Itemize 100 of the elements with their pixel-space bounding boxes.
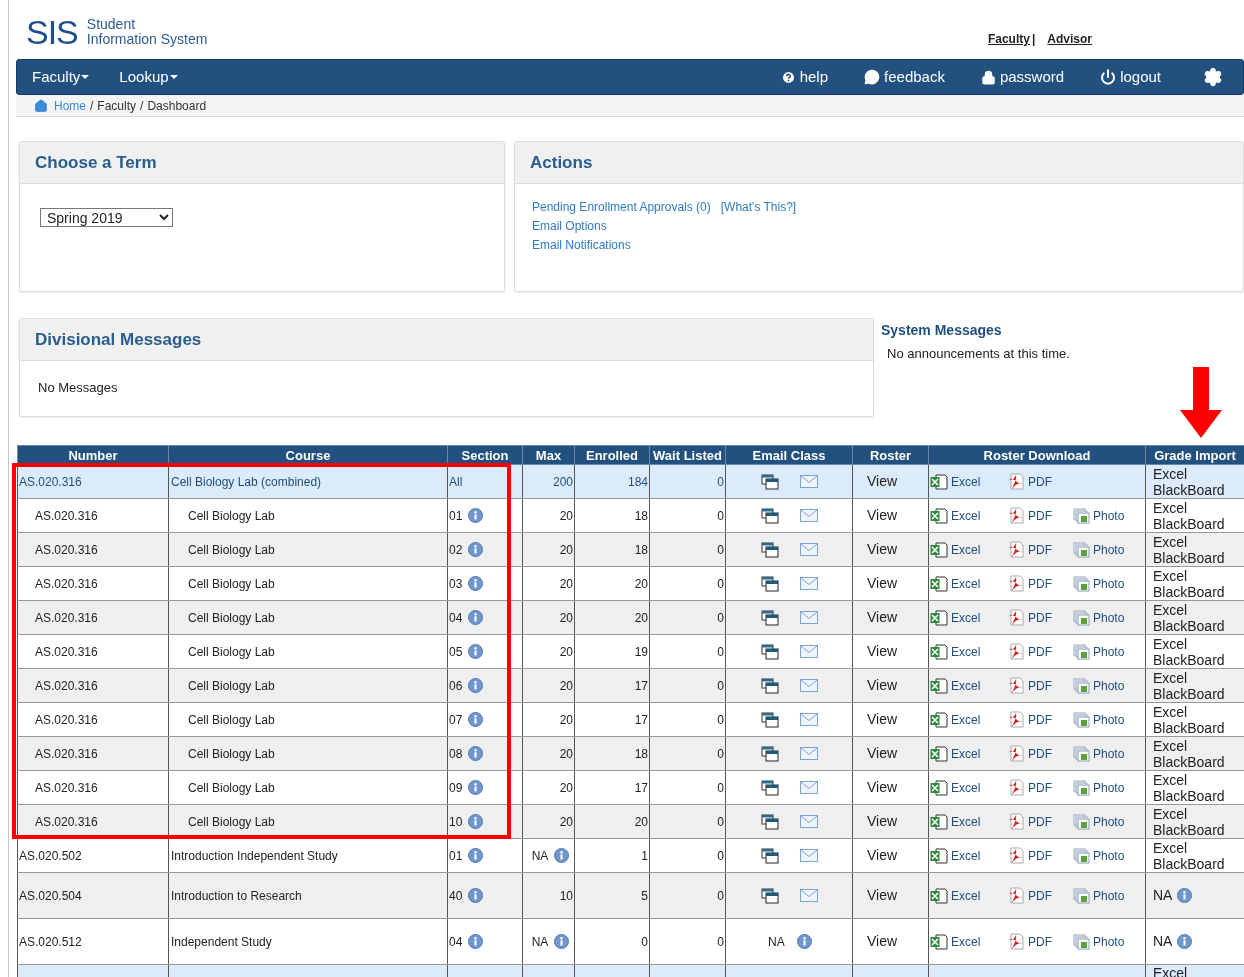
grade-import-link[interactable]: BlackBoard — [1153, 481, 1244, 498]
envelope-icon[interactable] — [800, 713, 818, 726]
download-link[interactable]: Excel — [930, 574, 1008, 593]
download-link[interactable]: Photo — [1073, 710, 1145, 729]
download-link[interactable]: PDF — [1008, 608, 1073, 627]
download-link[interactable]: PDF — [1008, 676, 1073, 695]
info-icon[interactable] — [468, 508, 484, 523]
term-select[interactable]: Spring 2019 — [40, 208, 173, 227]
nav-link[interactable]: feedback — [864, 65, 945, 89]
windows-icon[interactable] — [761, 677, 779, 694]
windows-icon[interactable] — [761, 643, 779, 660]
download-link[interactable]: Photo — [1073, 506, 1145, 525]
view-link[interactable]: View — [867, 711, 898, 727]
grade-import-link[interactable]: Excel — [1153, 703, 1244, 720]
download-link[interactable]: PDF — [1008, 574, 1073, 593]
download-link[interactable]: Excel — [930, 710, 1008, 729]
download-link[interactable]: Photo — [1073, 608, 1145, 627]
download-link[interactable]: PDF — [1008, 812, 1073, 831]
info-icon[interactable] — [468, 934, 484, 949]
download-link[interactable]: PDF — [1008, 506, 1073, 525]
grade-import-link[interactable]: Excel — [1153, 465, 1244, 482]
download-link[interactable]: Photo — [1073, 540, 1145, 559]
view-link[interactable]: View — [867, 887, 898, 903]
download-link[interactable]: Excel — [930, 642, 1008, 661]
download-link[interactable]: PDF — [1008, 710, 1073, 729]
nav-link[interactable]: logout — [1100, 65, 1161, 89]
grade-import-link[interactable]: Excel — [1153, 635, 1244, 652]
download-link[interactable]: PDF — [1008, 642, 1073, 661]
envelope-icon[interactable] — [800, 747, 818, 760]
view-link[interactable]: View — [867, 507, 898, 523]
download-link[interactable]: Excel — [930, 676, 1008, 695]
envelope-icon[interactable] — [800, 679, 818, 692]
download-link[interactable]: Excel — [930, 506, 1008, 525]
envelope-icon[interactable] — [800, 543, 818, 556]
grade-import-link[interactable]: Excel — [1153, 839, 1244, 856]
grade-import-link[interactable]: Excel — [1153, 499, 1244, 516]
download-link[interactable]: Photo — [1073, 932, 1145, 951]
download-link[interactable]: Excel — [930, 540, 1008, 559]
envelope-icon[interactable] — [800, 815, 818, 828]
grade-import-link[interactable]: Excel — [1153, 601, 1244, 618]
info-icon[interactable] — [796, 934, 812, 949]
action-link[interactable]: Pending Enrollment Approvals (0) — [532, 199, 711, 216]
envelope-icon[interactable] — [800, 645, 818, 658]
download-link[interactable]: Excel — [930, 812, 1008, 831]
envelope-icon[interactable] — [800, 781, 818, 794]
grade-import-link[interactable]: BlackBoard — [1153, 651, 1244, 668]
info-icon[interactable] — [468, 848, 484, 863]
view-link[interactable]: View — [867, 575, 898, 591]
view-link[interactable]: View — [867, 847, 898, 863]
download-link[interactable]: PDF — [1008, 778, 1073, 797]
envelope-icon[interactable] — [800, 849, 818, 862]
info-icon[interactable] — [468, 542, 484, 557]
download-link[interactable]: Excel — [930, 472, 1008, 491]
download-link[interactable]: Excel — [930, 846, 1008, 865]
grade-import-link[interactable]: BlackBoard — [1153, 549, 1244, 566]
windows-icon[interactable] — [761, 887, 779, 904]
download-link[interactable]: Excel — [930, 608, 1008, 627]
grade-import-link[interactable]: BlackBoard — [1153, 787, 1244, 804]
grade-import-link[interactable]: Excel — [1153, 805, 1244, 822]
download-link[interactable]: Photo — [1073, 778, 1145, 797]
view-link[interactable]: View — [867, 779, 898, 795]
info-icon[interactable] — [468, 712, 484, 727]
envelope-icon[interactable] — [800, 475, 818, 488]
windows-icon[interactable] — [761, 541, 779, 558]
action-link[interactable]: Email Notifications — [532, 237, 631, 254]
windows-icon[interactable] — [761, 745, 779, 762]
download-link[interactable]: Photo — [1073, 642, 1145, 661]
nav-link[interactable]: password — [980, 65, 1065, 89]
envelope-icon[interactable] — [800, 889, 818, 902]
view-link[interactable]: View — [867, 609, 898, 625]
breadcrumb-link[interactable]: Faculty — [97, 96, 137, 115]
windows-icon[interactable] — [761, 609, 779, 626]
download-link[interactable]: Excel — [930, 886, 1008, 905]
grade-import-link[interactable]: BlackBoard — [1153, 719, 1244, 736]
info-icon[interactable] — [468, 746, 484, 761]
nav-link[interactable]: help — [780, 65, 829, 89]
grade-import-link[interactable]: Excel — [1153, 771, 1244, 788]
download-link[interactable]: PDF — [1008, 472, 1073, 491]
download-link[interactable]: PDF — [1008, 846, 1073, 865]
download-link[interactable]: Photo — [1073, 744, 1145, 763]
download-link[interactable]: Photo — [1073, 846, 1145, 865]
view-link[interactable]: View — [867, 933, 898, 949]
grade-import-link[interactable]: Excel — [1153, 737, 1244, 754]
download-link[interactable]: Excel — [930, 744, 1008, 763]
windows-icon[interactable] — [761, 847, 779, 864]
grade-import-link[interactable]: BlackBoard — [1153, 515, 1244, 532]
grade-import-link[interactable]: Excel — [1153, 533, 1244, 550]
download-link[interactable]: Excel — [930, 932, 1008, 951]
download-link[interactable]: PDF — [1008, 932, 1073, 951]
grade-import-link[interactable]: BlackBoard — [1153, 583, 1244, 600]
info-icon[interactable] — [468, 576, 484, 591]
view-link[interactable]: View — [867, 541, 898, 557]
grade-import-link[interactable]: Excel — [1153, 567, 1244, 584]
info-icon[interactable] — [468, 610, 484, 625]
envelope-icon[interactable] — [800, 509, 818, 522]
view-link[interactable]: View — [867, 745, 898, 761]
info-icon[interactable] — [554, 848, 570, 863]
info-icon[interactable] — [468, 888, 484, 903]
grade-import-link[interactable]: BlackBoard — [1153, 855, 1244, 872]
action-link[interactable]: Email Options — [532, 218, 607, 235]
